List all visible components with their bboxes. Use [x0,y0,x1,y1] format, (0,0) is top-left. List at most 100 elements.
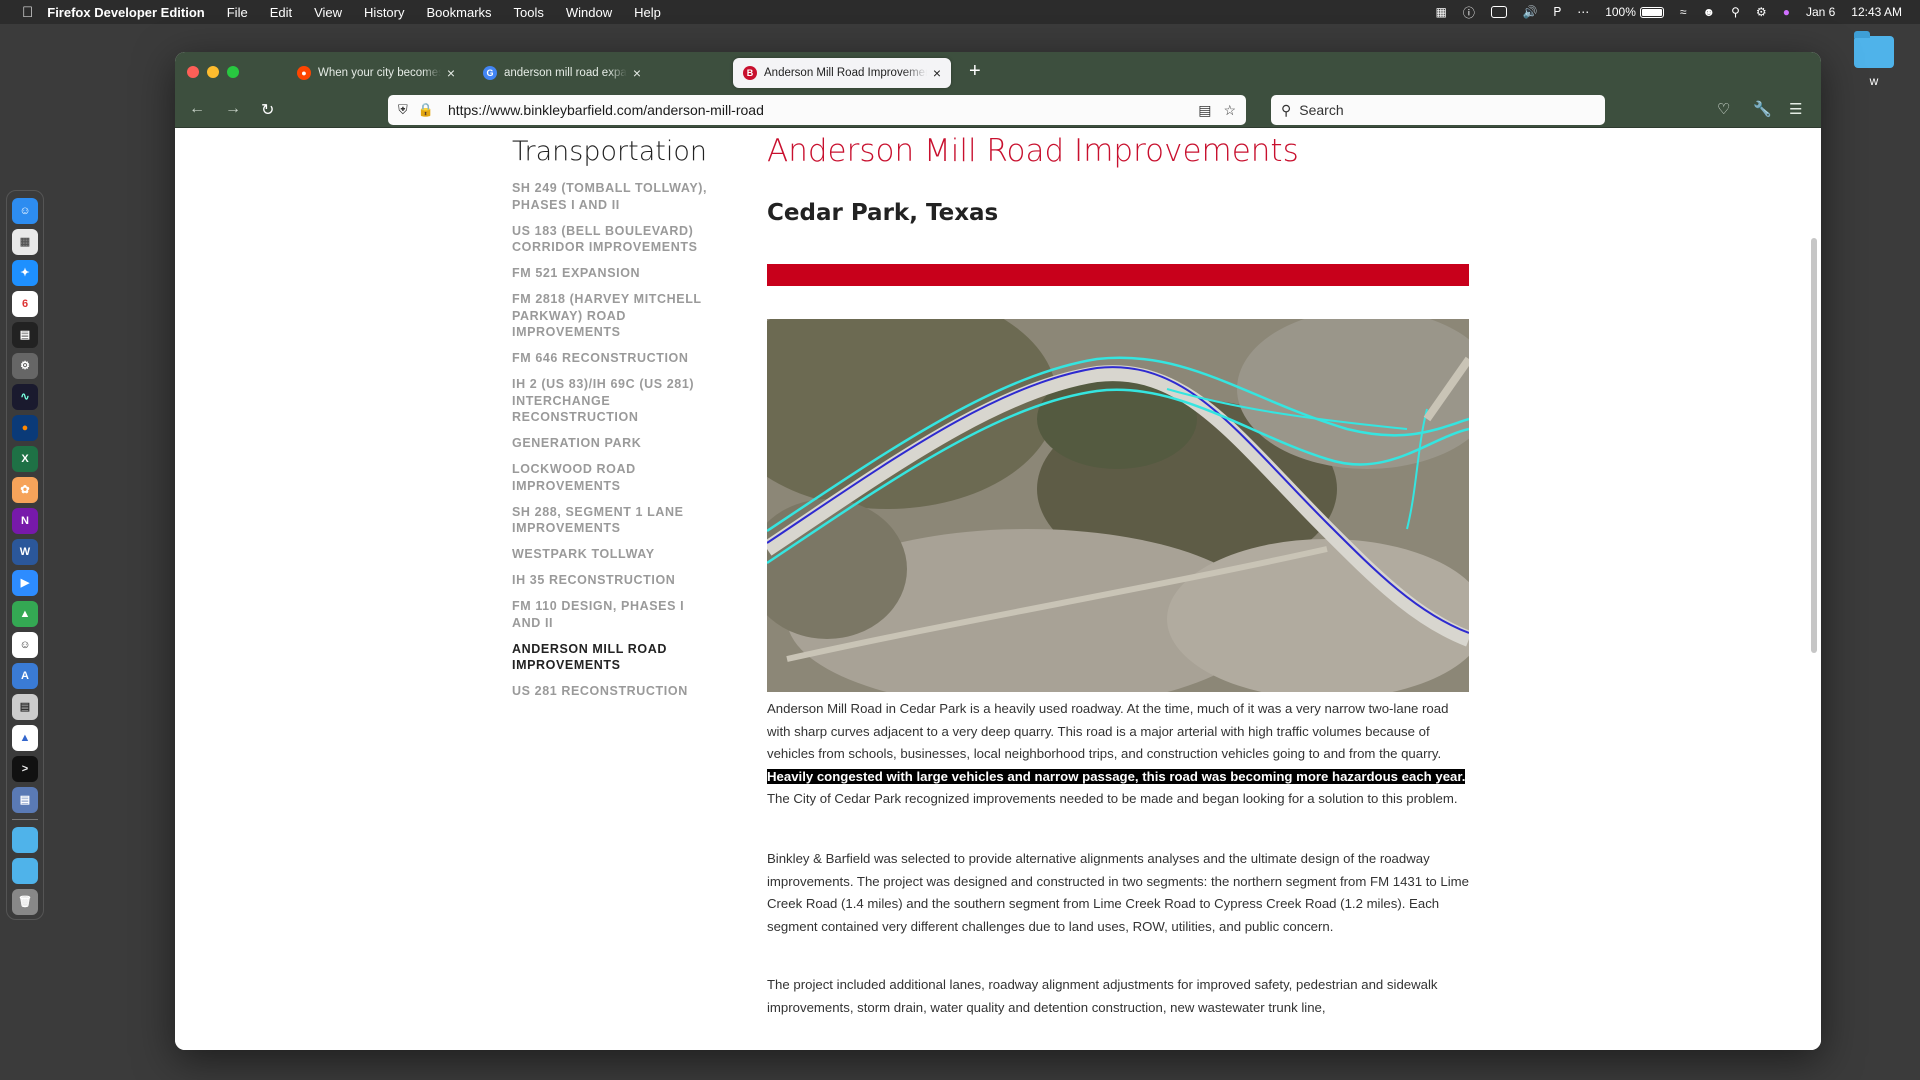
zoom-icon[interactable]: ▶ [12,569,38,596]
emoji-app-icon[interactable]: ☺ [12,631,38,658]
user-icon[interactable]: ☻ [1702,5,1715,19]
maps-icon[interactable]: ▲ [12,600,38,627]
menu-bookmarks[interactable]: Bookmarks [427,5,492,20]
app-name-menu[interactable]: Firefox Developer Edition [47,5,204,20]
project-link[interactable]: FM 521 EXPANSION [512,265,712,282]
close-window-button[interactable] [187,66,199,78]
tab-reddit[interactable]: ● When your city becomes a Desti × [287,58,465,88]
launchpad-icon[interactable]: ▦ [12,228,38,255]
display-icon[interactable] [1490,6,1507,18]
finder-icon[interactable]: ☺ [12,197,38,224]
menubar-time[interactable]: 12:43 AM [1851,5,1902,19]
desktop-folder[interactable]: w [1852,31,1896,88]
project-link[interactable]: SH 249 (TOMBALL TOLLWAY), PHASES I AND I… [512,180,712,213]
calendar-icon[interactable]: 6 [12,290,38,317]
wifi-icon[interactable]: ≈ [1680,5,1687,19]
preview-icon[interactable]: ▤ [12,786,38,813]
back-arrow-icon[interactable]: ← [189,100,205,118]
battery-icon [1639,6,1664,18]
close-tab-icon[interactable]: × [933,65,941,81]
page-scrollbar[interactable] [1811,238,1817,653]
dock: ☺ ▦ ✦ 6 ▤ ⚙ ∿ ● X ✿ N W ▶ ▲ ☺ A ▤ ▲ > ▤ … [6,190,44,920]
project-link-current[interactable]: ANDERSON MILL ROAD IMPROVEMENTS [512,641,712,674]
firefox-icon[interactable]: ● [12,414,38,441]
project-link[interactable]: FM 2818 (HARVEY MITCHELL PARKWAY) ROAD I… [512,291,712,341]
volume-icon[interactable]: 🔊 [1523,5,1538,19]
reddit-favicon-icon: ● [297,66,311,80]
control-center-icon[interactable]: ⚙ [1756,5,1767,19]
menu-help[interactable]: Help [634,5,661,20]
layout-icon[interactable]: ▦ [1435,5,1446,19]
documents-folder-icon[interactable] [12,857,38,884]
affinity-icon[interactable]: A [12,662,38,689]
reader-view-icon[interactable]: ▤ [1198,102,1211,119]
forward-arrow-icon[interactable]: → [225,100,241,118]
bluetooth-icon[interactable]: Ꮲ [1554,5,1561,20]
spotlight-search-icon[interactable]: ⚲ [1731,5,1740,19]
project-link[interactable]: GENERATION PARK [512,435,712,452]
battery-status[interactable]: 100% [1605,5,1664,19]
menu-edit[interactable]: Edit [270,5,292,20]
tab-title: When your city becomes a Desti [318,67,441,79]
scanner-icon[interactable]: ▤ [12,693,38,720]
photos-icon[interactable]: ✿ [12,476,38,503]
onenote-icon[interactable]: N [12,507,38,534]
nav-toolbar: ← → ↻ ⛨ 🔒 https://www.binkleybarfield.co… [175,92,1821,128]
project-link[interactable]: US 183 (BELL BOULEVARD) CORRIDOR IMPROVE… [512,223,712,256]
paragraph-text: Anderson Mill Road in Cedar Park is a he… [767,701,1449,761]
menu-tools[interactable]: Tools [514,5,544,20]
excel-icon[interactable]: X [12,445,38,472]
new-tab-button[interactable]: + [969,60,981,83]
browser-window: ● When your city becomes a Desti × G and… [175,52,1821,1050]
safari-icon[interactable]: ✦ [12,259,38,286]
project-link[interactable]: LOCKWOOD ROAD IMPROVEMENTS [512,461,712,494]
shield-icon[interactable]: ⛨ [398,102,408,118]
activity-monitor-icon[interactable]: ∿ [12,383,38,410]
project-link[interactable]: WESTPARK TOLLWAY [512,546,712,563]
article-paragraph: Binkley & Barfield was selected to provi… [767,851,1469,934]
siri-icon[interactable]: ● [1783,5,1790,19]
apple-menu-icon[interactable]:  [22,4,33,21]
page-title: Anderson Mill Road Improvements [767,133,1299,169]
tab-anderson-mill[interactable]: B Anderson Mill Road Improvement × [733,58,951,88]
pocket-icon[interactable]: ♡ [1717,100,1730,118]
downloads-folder-icon[interactable] [12,826,38,853]
menubar-date[interactable]: Jan 6 [1806,5,1835,19]
desktop-folder-label: w [1869,74,1879,88]
tab-google[interactable]: G anderson mill road expansion ce × [473,58,651,88]
system-preferences-icon[interactable]: ⚙ [12,352,38,379]
developer-tools-icon[interactable]: 🔧 [1753,100,1772,118]
app-store-icon[interactable]: ▲ [12,724,38,751]
lock-icon[interactable]: 🔒 [418,102,434,118]
menu-file[interactable]: File [227,5,248,20]
project-link[interactable]: FM 110 DESIGN, PHASES I AND II [512,598,712,631]
minimize-window-button[interactable] [207,66,219,78]
menu-history[interactable]: History [364,5,404,20]
project-link[interactable]: SH 288, SEGMENT 1 LANE IMPROVEMENTS [512,504,712,537]
url-text[interactable]: https://www.binkleybarfield.com/anderson… [448,102,764,118]
close-tab-icon[interactable]: × [447,65,455,81]
project-link[interactable]: US 281 RECONSTRUCTION [512,683,712,700]
help-circle-icon[interactable]: ⓘ [1463,4,1475,21]
sidebar-title: Transportation [512,136,707,167]
close-tab-icon[interactable]: × [633,65,641,81]
bookmark-star-icon[interactable]: ☆ [1223,102,1236,119]
mission-control-icon[interactable]: ▤ [12,321,38,348]
project-link[interactable]: FM 646 RECONSTRUCTION [512,350,712,367]
hamburger-menu-icon[interactable]: ☰ [1789,100,1802,118]
address-bar[interactable]: ⛨ 🔒 https://www.binkleybarfield.com/ande… [388,95,1246,125]
reload-icon[interactable]: ↻ [261,100,274,120]
zoom-window-button[interactable] [227,66,239,78]
google-favicon-icon: G [483,66,497,80]
search-input[interactable]: ⚲ Search [1271,95,1605,125]
word-icon[interactable]: W [12,538,38,565]
trash-icon[interactable]: 🗑 [12,888,38,915]
article-paragraph: Anderson Mill Road in Cedar Park is a he… [767,698,1469,811]
aerial-photo [767,319,1469,692]
project-link[interactable]: IH 35 RECONSTRUCTION [512,572,712,589]
menu-view[interactable]: View [314,5,342,20]
menu-window[interactable]: Window [566,5,612,20]
activity-icon[interactable]: ⋯ [1577,5,1589,19]
terminal-icon[interactable]: > [12,755,38,782]
project-link[interactable]: IH 2 (US 83)/IH 69C (US 281) INTERCHANGE… [512,376,712,426]
